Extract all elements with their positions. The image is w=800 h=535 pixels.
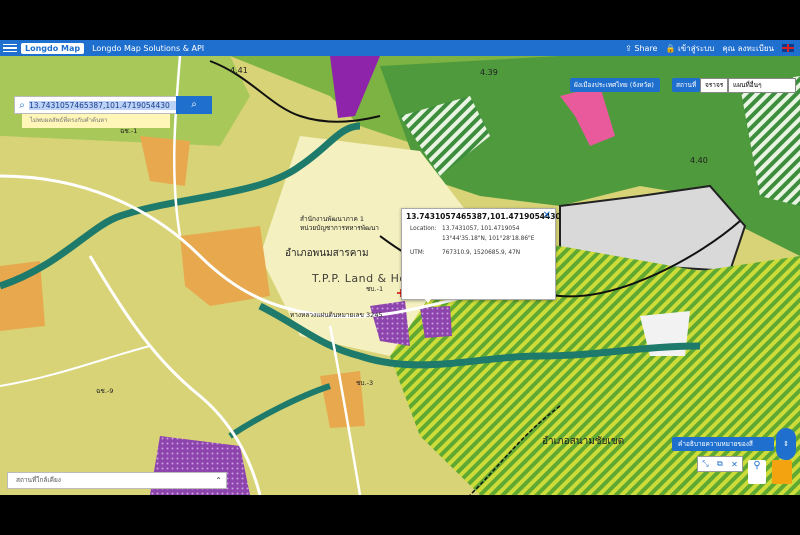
area-icon[interactable]: ⧉ [717, 459, 723, 469]
magnifier-icon: ⌕ [191, 99, 197, 110]
search-button[interactable]: ⌕ [176, 96, 212, 114]
map-label: ชบ.-3 [356, 379, 374, 387]
location-dms: 13°44'35.18"N, 101°28'18.86"E [442, 236, 535, 242]
map-canvas[interactable]: อำเภอพนมสารคาม อำเภอสนามชัยเขต สำนักงานพ… [0, 56, 800, 495]
popup-title: 13.7431057465387,101.4719054430 [406, 212, 561, 221]
register-link[interactable]: คุณ ลงทะเบียน [722, 42, 774, 55]
utm-value: 767310.9, 1520685.9, 47N [442, 250, 521, 256]
nearby-search-input[interactable]: สถานที่ใกล้เคียง ⌃ [7, 472, 227, 489]
map-tools: ⤡ ⧉ ✕ [697, 456, 743, 472]
traffic-select[interactable]: จราจร [700, 78, 729, 93]
utm-label: UTM: [410, 250, 425, 256]
login-label: เข้าสู่ระบบ [678, 43, 715, 53]
map-label: 4.41 [230, 66, 248, 75]
map-label: 4.40 [690, 156, 708, 165]
clear-tools-icon[interactable]: ✕ [731, 460, 738, 469]
measure-icon[interactable]: ⤡ [702, 459, 708, 469]
legend-button[interactable]: คำอธิบายความหมายของสี [672, 437, 774, 451]
top-bar: Longdo Map Longdo Map Solutions & API ⇪ … [0, 40, 800, 56]
brand-link[interactable]: Longdo Map Solutions & API [92, 44, 204, 53]
share-label: Share [634, 43, 658, 53]
street-view-pegman-icon[interactable] [772, 460, 792, 484]
map-label-district: อำเภอพนมสารคาม [285, 248, 369, 259]
search-box: ⌕ 13.7431057465387,101.4719054430 × ⌕ [14, 96, 212, 114]
nearby-placeholder: สถานที่ใกล้เคียง [16, 476, 61, 484]
map-label: ฉช.-9 [96, 387, 114, 395]
login-button[interactable]: 🔒 เข้าสู่ระบบ [665, 42, 714, 55]
language-flag-icon[interactable] [782, 44, 794, 52]
my-location-button[interactable]: ⚲ [748, 460, 766, 484]
search-input[interactable]: 13.7431057465387,101.4719054430 [29, 100, 199, 110]
close-icon[interactable]: ✕ [543, 210, 551, 221]
area-button[interactable]: สถานที่ [672, 78, 701, 92]
map-label: 4.39 [480, 68, 498, 77]
location-decimal: 13.7431057, 101.4719054 [442, 226, 520, 232]
location-label: Location: [410, 226, 437, 232]
search-hint: ไม่พบผลลัพธ์ที่ตรงกับคำค้นหา [22, 114, 170, 128]
map-label: ทางหลวงแผ่นดินหมายเลข 3245 [290, 311, 383, 319]
share-button[interactable]: ⇪ Share [625, 44, 657, 53]
location-pin-icon: ⚲ [753, 460, 761, 471]
hamburger-menu-icon[interactable] [3, 43, 17, 53]
search-icon: ⌕ [19, 99, 25, 111]
map-label-district: อำเภอสนามชัยเขต [542, 436, 625, 447]
app-logo[interactable]: Longdo Map [21, 42, 85, 54]
map-label: ชบ.-1 [366, 285, 384, 293]
coordinate-popup: 13.7431057465387,101.4719054430 ✕ Locati… [401, 208, 561, 303]
map-label: หน่วยบัญชาการทหารพัฒนา [300, 224, 379, 232]
layer-button[interactable]: ผังเมืองประเทศไทย (จังหวัด) [570, 78, 660, 92]
map-type-select[interactable]: แผนที่อื่นๆ [728, 78, 796, 93]
app-window: Longdo Map Longdo Map Solutions & API ⇪ … [0, 40, 800, 495]
zoom-control[interactable]: ⇕ [776, 428, 796, 460]
chevron-up-icon[interactable]: ⌃ [215, 473, 222, 488]
